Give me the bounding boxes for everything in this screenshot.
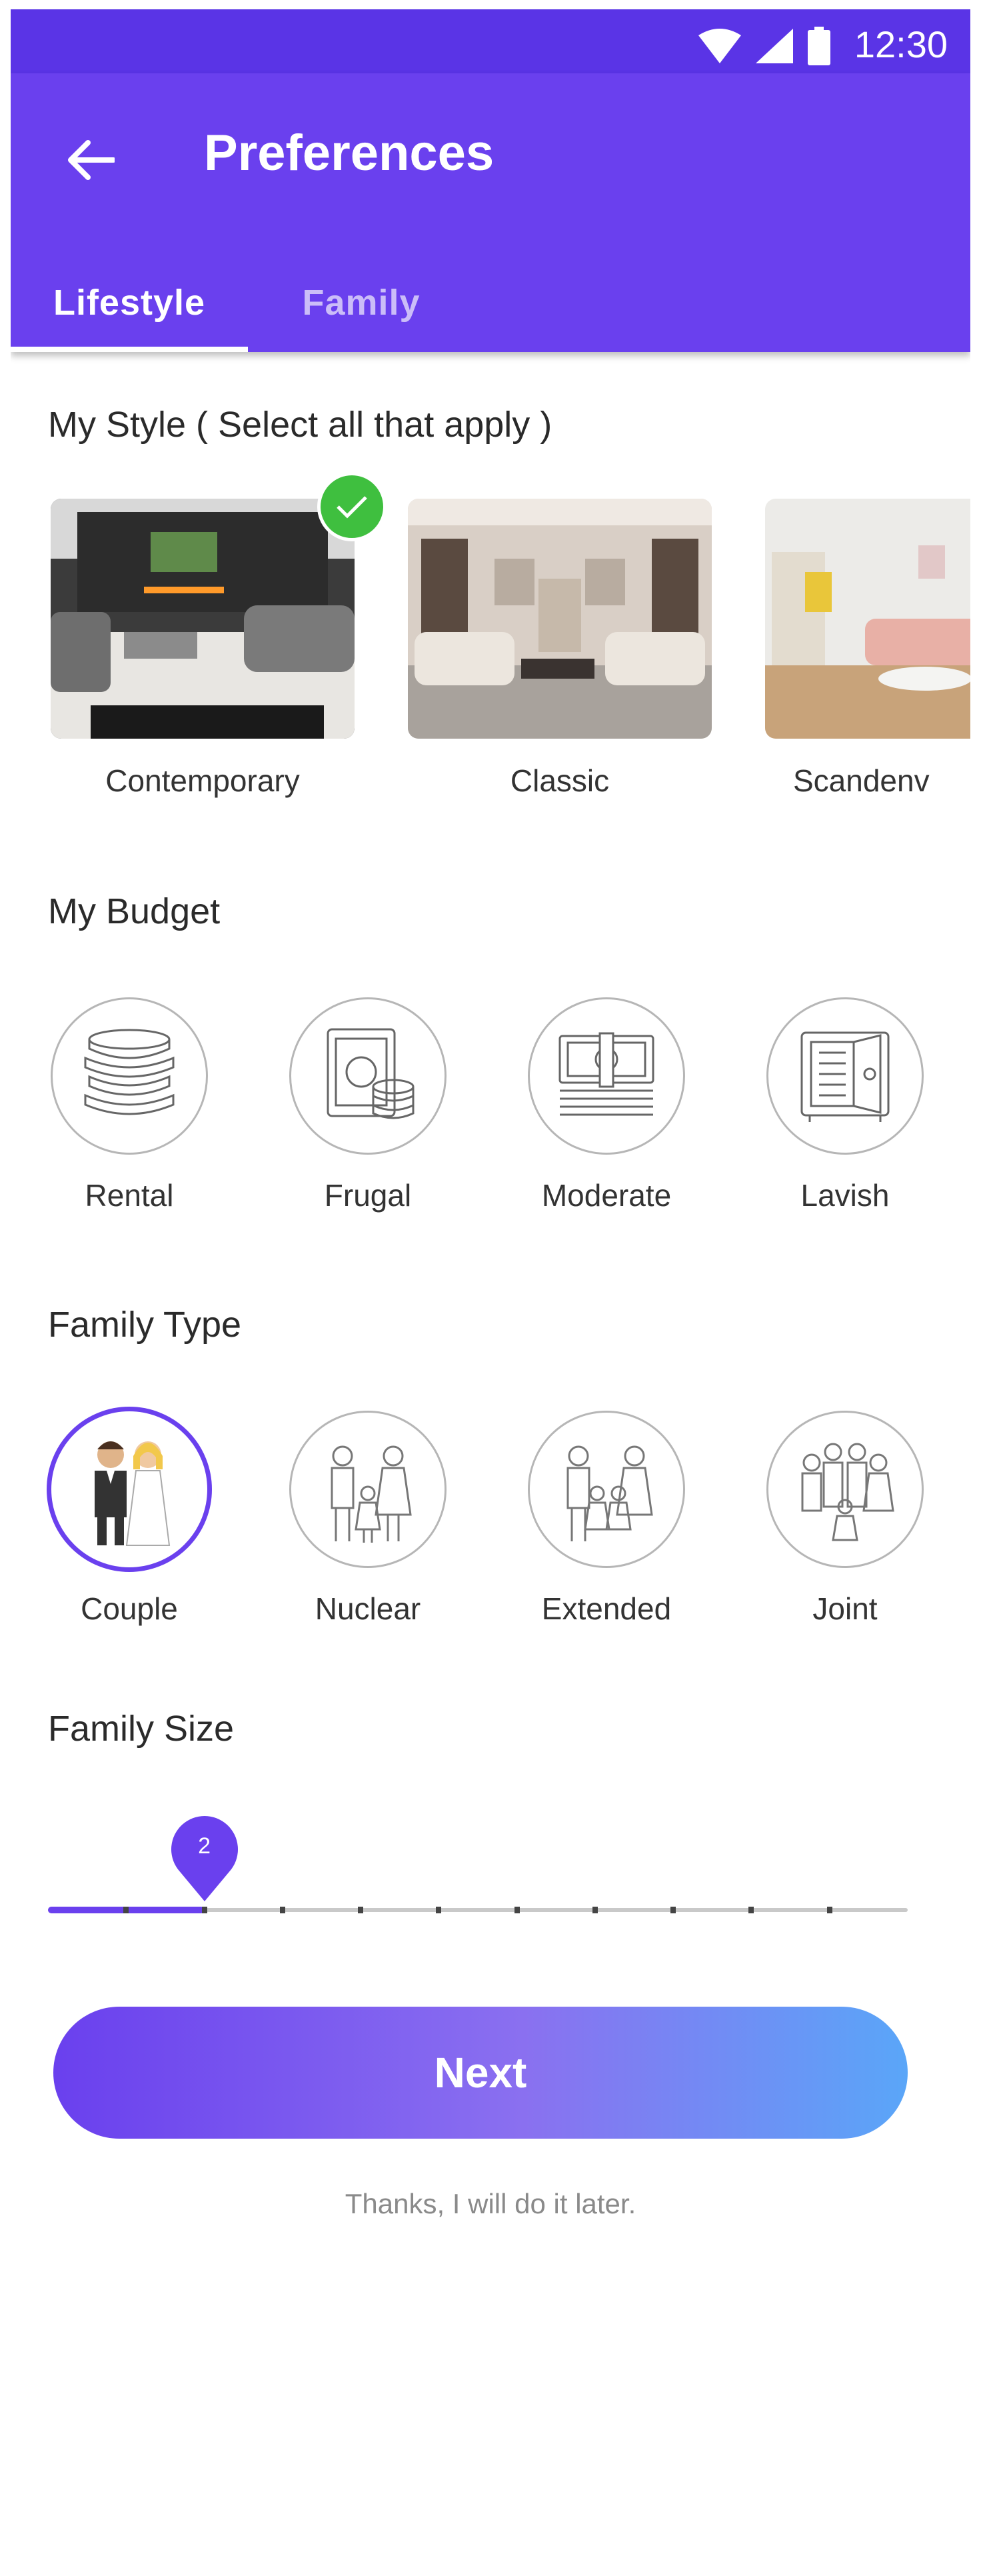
style-card-scandinavian[interactable] <box>765 499 970 739</box>
page-title: Preferences <box>204 125 494 181</box>
tab-bar: Lifestyle Family <box>11 253 970 352</box>
slider-tick <box>201 1907 207 1913</box>
budget-label-rental: Rental <box>85 1178 174 1213</box>
slider-tick <box>279 1907 285 1913</box>
family-type-label-joint: Joint <box>812 1591 878 1626</box>
app-bar: Preferences Lifestyle Family <box>11 73 970 352</box>
cash-coins-icon <box>327 1028 415 1119</box>
contemporary-room-image <box>51 499 355 739</box>
budget-option-frugal[interactable] <box>289 997 447 1155</box>
couple-icon <box>95 1441 171 1546</box>
style-label-classic: Classic <box>510 763 610 798</box>
family-type-label-nuclear: Nuclear <box>315 1591 421 1626</box>
cell-signal-icon <box>756 29 793 63</box>
family-type-label-extended: Extended <box>541 1591 672 1626</box>
next-button[interactable]: Next <box>53 2007 908 2139</box>
map-pin-icon <box>171 1816 238 1901</box>
budget-label-moderate: Moderate <box>541 1178 672 1213</box>
preferences-screen: 12:30 Preferences Lifestyle Family My St… <box>11 9 970 2576</box>
family-type-nuclear[interactable] <box>289 1411 447 1568</box>
my-style-heading: My Style ( Select all that apply ) <box>48 405 552 445</box>
classic-room-image <box>408 499 712 739</box>
slider-tick <box>436 1907 442 1913</box>
safe-icon <box>800 1031 890 1122</box>
family-size-heading: Family Size <box>48 1709 235 1749</box>
tab-lifestyle[interactable]: Lifestyle <box>11 253 248 352</box>
slider-tick <box>514 1907 520 1913</box>
skip-link[interactable]: Thanks, I will do it later. <box>11 2188 970 2220</box>
family-type-label-couple: Couple <box>81 1591 178 1626</box>
budget-option-moderate[interactable] <box>528 997 685 1155</box>
slider-value: 2 <box>198 1833 211 1859</box>
slider-tick <box>358 1907 364 1913</box>
checkmark-icon <box>337 496 367 519</box>
budget-option-lavish[interactable] <box>766 997 924 1155</box>
scandinavian-room-image <box>765 499 970 739</box>
family-type-couple[interactable] <box>47 1407 212 1572</box>
selected-check-badge <box>317 472 387 541</box>
slider-tick <box>826 1907 832 1913</box>
family-type-extended[interactable] <box>528 1411 685 1568</box>
joint-family-icon <box>801 1443 894 1541</box>
slider-tick <box>748 1907 754 1913</box>
slider-tick <box>123 1907 129 1913</box>
wifi-icon <box>698 29 741 63</box>
family-type-heading: Family Type <box>48 1305 242 1345</box>
tab-indicator <box>11 347 248 352</box>
back-button[interactable] <box>51 120 131 200</box>
budget-label-frugal: Frugal <box>324 1178 412 1213</box>
tab-family[interactable]: Family <box>248 253 475 352</box>
banknotes-icon <box>558 1032 654 1116</box>
style-card-contemporary[interactable] <box>51 499 355 739</box>
budget-label-lavish: Lavish <box>800 1178 890 1213</box>
style-label-contemporary: Contemporary <box>105 763 300 798</box>
my-budget-heading: My Budget <box>48 891 221 931</box>
budget-option-rental[interactable] <box>51 997 208 1155</box>
arrow-back-icon <box>68 140 115 180</box>
status-time: 12:30 <box>854 23 948 65</box>
style-label-scandinavian: Scandenv <box>793 763 930 798</box>
coins-icon <box>84 1029 175 1115</box>
nuclear-family-icon <box>331 1445 412 1543</box>
slider-tick <box>592 1907 598 1913</box>
status-bar: 12:30 <box>11 9 970 73</box>
style-card-classic[interactable] <box>408 499 712 739</box>
family-type-joint[interactable] <box>766 1411 924 1568</box>
extended-family-icon <box>566 1445 653 1541</box>
slider-tick <box>670 1907 676 1913</box>
status-icons <box>698 27 830 65</box>
battery-icon <box>808 27 830 65</box>
slider-value-pin[interactable]: 2 <box>171 1816 238 1903</box>
